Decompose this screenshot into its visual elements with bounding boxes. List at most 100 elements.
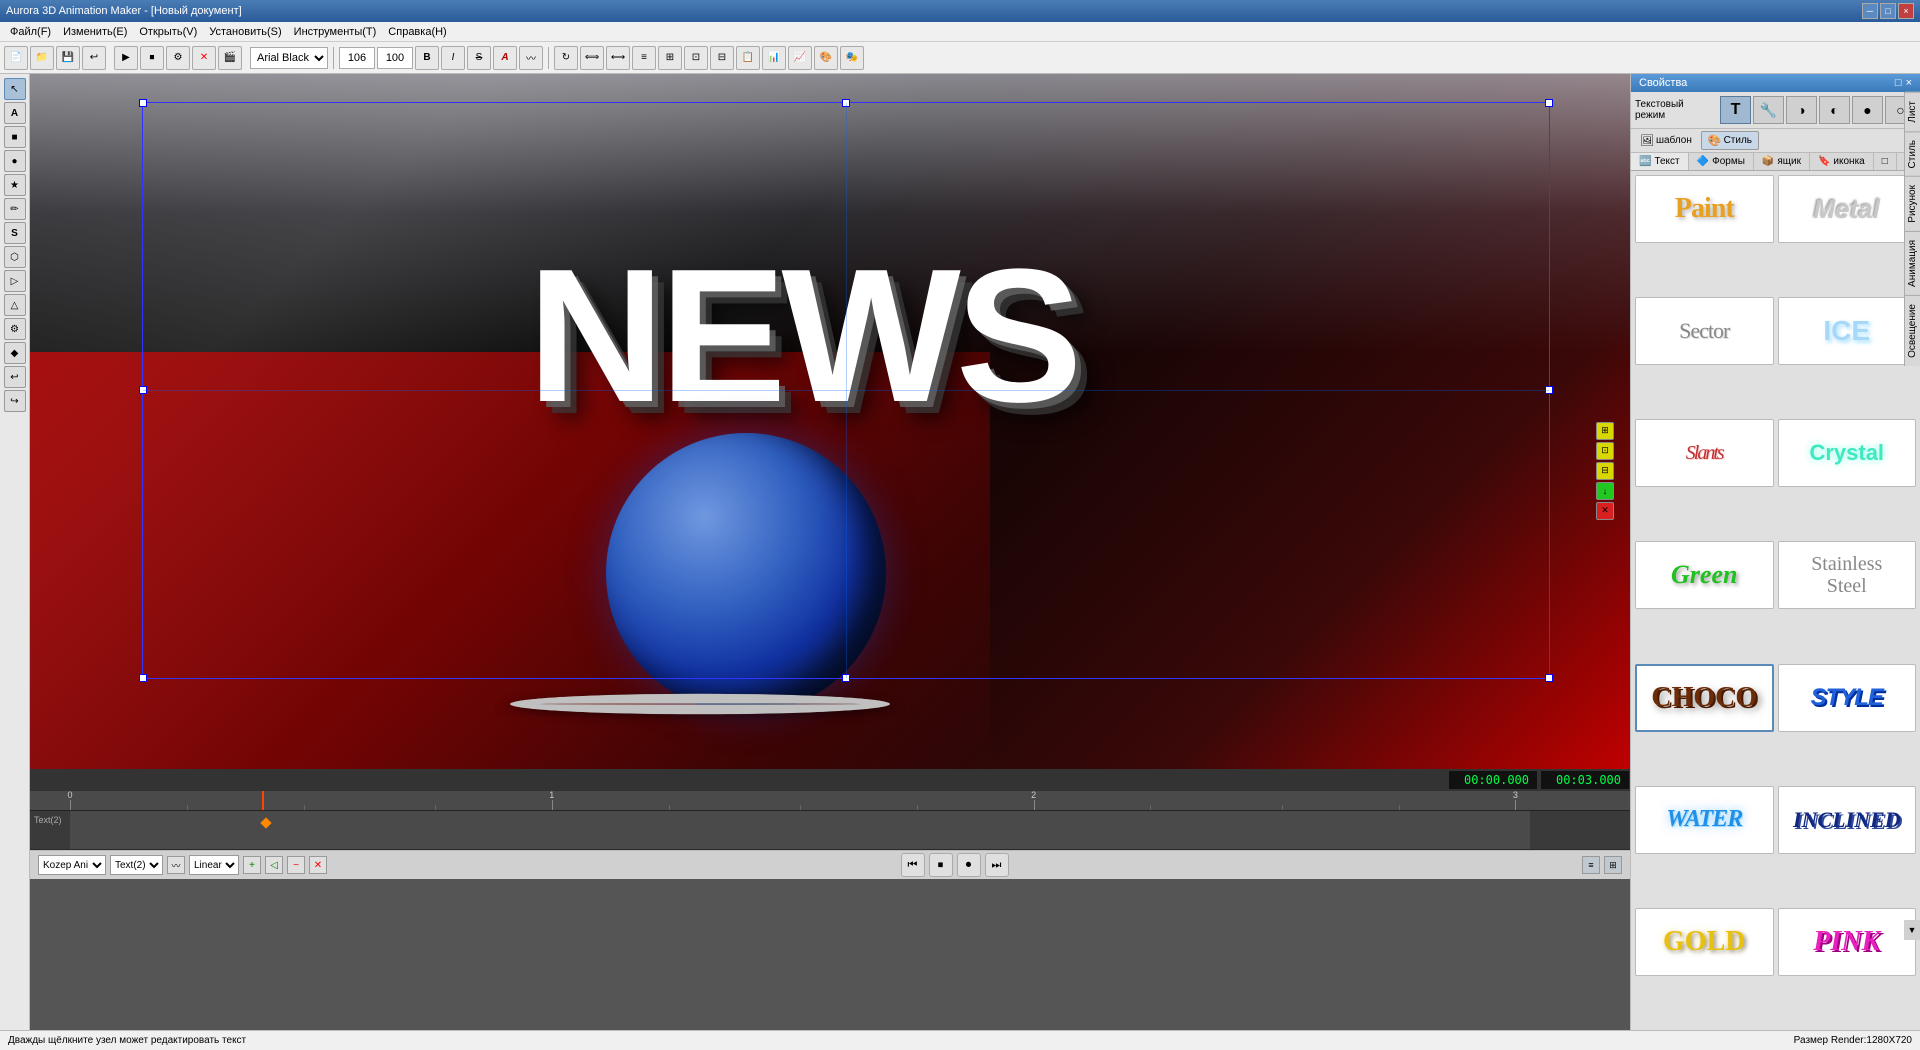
style-green[interactable]: Green xyxy=(1635,541,1774,609)
tb-btn-1[interactable]: ▶ xyxy=(114,46,138,70)
arrow-tool[interactable]: ▷ xyxy=(4,270,26,292)
menu-help[interactable]: Справка(H) xyxy=(382,25,452,39)
vtab-style[interactable]: Стиль xyxy=(1905,131,1920,176)
style-choco[interactable]: CHOCO xyxy=(1635,664,1774,732)
menu-edit[interactable]: Изменить(E) xyxy=(57,25,133,39)
italic-button[interactable]: I xyxy=(441,46,465,70)
tl-btn-1[interactable]: ≡ xyxy=(1582,856,1600,874)
object-select[interactable]: Text(2) xyxy=(110,855,163,875)
diamond-tool[interactable]: ◆ xyxy=(4,342,26,364)
style-tab-shapes[interactable]: 🔷 Формы xyxy=(1689,153,1754,170)
panel-close[interactable]: × xyxy=(1906,77,1912,89)
style-style[interactable]: STYLE xyxy=(1778,664,1917,732)
font-select[interactable]: Arial Black xyxy=(250,47,328,69)
tb-extra-2[interactable]: ⊡ xyxy=(684,46,708,70)
redo-tool[interactable]: ↪ xyxy=(4,390,26,412)
prev-kf-button[interactable]: ◁ xyxy=(265,856,283,874)
open-button[interactable]: 📁 xyxy=(30,46,54,70)
menu-file[interactable]: Файл(F) xyxy=(4,25,57,39)
tb-btn-2[interactable]: ⏹ xyxy=(140,46,164,70)
tb-btn-4[interactable]: ✕ xyxy=(192,46,216,70)
triangle-tool[interactable]: △ xyxy=(4,294,26,316)
style-pink[interactable]: PINK xyxy=(1778,908,1917,976)
del-kf-button[interactable]: − xyxy=(287,856,305,874)
clear-button[interactable]: ✕ xyxy=(309,856,327,874)
style-inclined[interactable]: INCLINED xyxy=(1778,786,1917,854)
maximize-button[interactable]: □ xyxy=(1880,3,1896,19)
tb-extra-6[interactable]: 📈 xyxy=(788,46,812,70)
rect-tool[interactable]: ■ xyxy=(4,126,26,148)
style-paint[interactable]: Paint xyxy=(1635,175,1774,243)
tm-btn-half-right[interactable]: ◐ xyxy=(1819,96,1850,124)
tb-extra-5[interactable]: 📊 xyxy=(762,46,786,70)
bold-button[interactable]: B xyxy=(415,46,439,70)
record-button[interactable]: ⏺ xyxy=(957,853,981,877)
tm-btn-circle-full[interactable]: ● xyxy=(1852,96,1883,124)
vtab-list[interactable]: Лист xyxy=(1905,92,1920,131)
subtab-template[interactable]: 🖼 шаблон xyxy=(1633,131,1699,150)
special-button[interactable]: A xyxy=(493,46,517,70)
style-stainless[interactable]: StainlessSteel xyxy=(1778,541,1917,609)
circle-tool[interactable]: ● xyxy=(4,150,26,172)
poly-tool[interactable]: ⬡ xyxy=(4,246,26,268)
layer-select[interactable]: Kozep Ani xyxy=(38,855,106,875)
tb-extra-8[interactable]: 🎭 xyxy=(840,46,864,70)
tl-btn-2[interactable]: ⊞ xyxy=(1604,856,1622,874)
font-size-1[interactable] xyxy=(339,47,375,69)
strike-button[interactable]: S xyxy=(467,46,491,70)
play-beginning-button[interactable]: ⏮ xyxy=(901,853,925,877)
tb-extra-3[interactable]: ⊟ xyxy=(710,46,734,70)
style-water[interactable]: WATER xyxy=(1635,786,1774,854)
select-tool[interactable]: ↖ xyxy=(4,78,26,100)
new-button[interactable]: 📄 xyxy=(4,46,28,70)
menu-open[interactable]: Открыть(V) xyxy=(133,25,203,39)
vtab-light[interactable]: Освещение xyxy=(1905,295,1920,366)
timeline-track[interactable]: Text(2) xyxy=(30,811,1630,850)
canvas-viewport[interactable]: NEWS xyxy=(30,74,1630,769)
tb-extra-1[interactable]: ⊞ xyxy=(658,46,682,70)
vtab-anim[interactable]: Анимация xyxy=(1905,231,1920,295)
subtab-style[interactable]: 🎨 Стиль xyxy=(1701,131,1759,150)
undo-tool[interactable]: ↩ xyxy=(4,366,26,388)
panel-pin[interactable]: □ xyxy=(1895,77,1902,89)
style-tab-extra[interactable]: □ xyxy=(1874,153,1897,170)
gear-tool[interactable]: ⚙ xyxy=(4,318,26,340)
minimize-button[interactable]: ─ xyxy=(1862,3,1878,19)
style-tab-box[interactable]: 📦 ящик xyxy=(1754,153,1810,170)
tm-btn-text[interactable]: T xyxy=(1720,96,1751,124)
tb-extra-4[interactable]: 📋 xyxy=(736,46,760,70)
tb-btn-3[interactable]: ⚙ xyxy=(166,46,190,70)
menu-setup[interactable]: Установить(S) xyxy=(203,25,287,39)
style-tab-icon[interactable]: 🔖 иконка xyxy=(1810,153,1874,170)
text-tool[interactable]: A xyxy=(4,102,26,124)
style-gold[interactable]: GOLD xyxy=(1635,908,1774,976)
style-slants[interactable]: Slants xyxy=(1635,419,1774,487)
save-button[interactable]: 💾 xyxy=(56,46,80,70)
style-sector[interactable]: Sector xyxy=(1635,297,1774,365)
pen-tool[interactable]: ✏ xyxy=(4,198,26,220)
align-button[interactable]: ≡ xyxy=(632,46,656,70)
tb-btn-5[interactable]: 🎬 xyxy=(218,46,242,70)
curve-tool[interactable]: S xyxy=(4,222,26,244)
style-crystal[interactable]: Crystal xyxy=(1778,419,1917,487)
star-tool[interactable]: ★ xyxy=(4,174,26,196)
interp-icon[interactable]: 〰 xyxy=(167,856,185,874)
close-button[interactable]: × xyxy=(1898,3,1914,19)
tb-extra-7[interactable]: 🎨 xyxy=(814,46,838,70)
menu-tools[interactable]: Инструменты(T) xyxy=(288,25,383,39)
interp-select[interactable]: Linear xyxy=(189,855,239,875)
tm-btn-half-left[interactable]: ◑ xyxy=(1786,96,1817,124)
rotate-button[interactable]: ↻ xyxy=(554,46,578,70)
vtab-draw[interactable]: Рисунок xyxy=(1905,176,1920,231)
stop-button[interactable]: ⏹ xyxy=(929,853,953,877)
font-size-2[interactable] xyxy=(377,47,413,69)
undo-button[interactable]: ↩ xyxy=(82,46,106,70)
style-metal[interactable]: Metal xyxy=(1778,175,1917,243)
style-tab-text[interactable]: 🔤 Текст xyxy=(1631,153,1689,170)
wave-button[interactable]: 〰 xyxy=(519,46,543,70)
add-kf-button[interactable]: + xyxy=(243,856,261,874)
tm-btn-wrench[interactable]: 🔧 xyxy=(1753,96,1784,124)
flip-h-button[interactable]: ⟺ xyxy=(580,46,604,70)
flip-v-button[interactable]: ⟷ xyxy=(606,46,630,70)
style-ice[interactable]: ICE xyxy=(1778,297,1917,365)
